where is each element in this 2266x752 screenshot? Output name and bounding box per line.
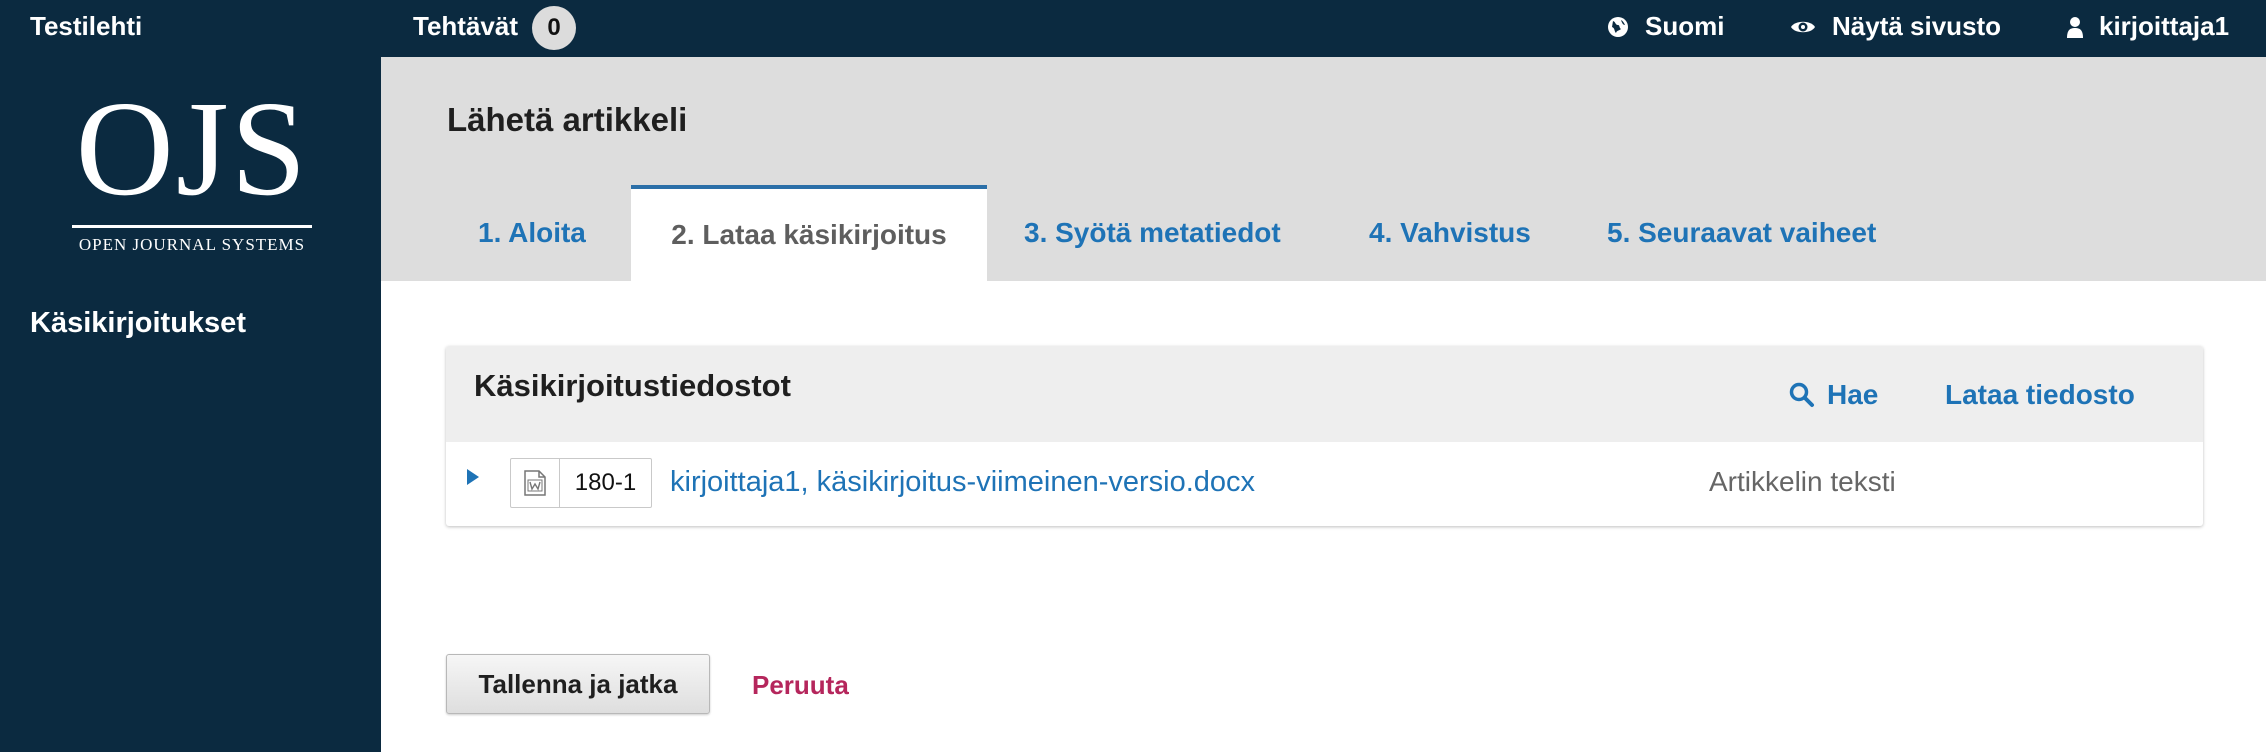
file-type-label: Artikkelin teksti — [1709, 466, 1896, 497]
tasks-link[interactable]: Tehtävät — [413, 11, 518, 42]
save-and-continue-button[interactable]: Tallenna ja jatka — [446, 654, 710, 714]
search-icon — [1789, 382, 1814, 407]
sidebar-item-submissions[interactable]: Käsikirjoitukset — [30, 307, 246, 340]
search-label: Hae — [1827, 379, 1879, 410]
tab-next-steps[interactable]: 5. Seuraavat vaiheet — [1607, 185, 1876, 281]
file-id-box: 180-1 — [510, 458, 652, 508]
language-label: Suomi — [1645, 11, 1725, 41]
expand-row-icon[interactable] — [466, 468, 480, 491]
tasks-count-badge[interactable]: 0 — [532, 6, 576, 50]
language-menu[interactable]: Suomi — [1607, 11, 1724, 42]
username-label: kirjoittaja1 — [2099, 11, 2230, 41]
top-bar: Testilehti Tehtävät 0 Suomi Näytä sivust… — [0, 0, 2266, 57]
logo-subtext: OPEN JOURNAL SYSTEMS — [78, 235, 306, 254]
tab-start[interactable]: 1. Aloita — [478, 185, 586, 281]
table-row: 180-1 kirjoittaja1, käsikirjoitus-viimei… — [446, 442, 2203, 526]
tab-confirmation[interactable]: 4. Vahvistus — [1369, 185, 1531, 281]
page-title: Lähetä artikkeli — [447, 101, 688, 138]
globe-icon — [1608, 16, 1628, 37]
ojs-logo[interactable]: OJS OPEN JOURNAL SYSTEMS — [72, 81, 312, 261]
search-files-link[interactable]: Hae — [1789, 379, 1878, 411]
panel-title: Käsikirjoitustiedostot — [474, 368, 791, 403]
submission-files-panel: Käsikirjoitustiedostot Hae Lataa tiedost… — [446, 346, 2203, 526]
view-site-link[interactable]: Näytä sivusto — [1790, 11, 2001, 42]
word-document-icon — [511, 459, 560, 507]
sidebar: OJS OPEN JOURNAL SYSTEMS Käsikirjoitukse… — [0, 57, 381, 752]
upload-file-link[interactable]: Lataa tiedosto — [1945, 379, 2135, 411]
user-icon — [2067, 16, 2083, 38]
user-menu[interactable]: kirjoittaja1 — [2067, 11, 2229, 42]
site-name-link[interactable]: Testilehti — [30, 11, 142, 42]
view-site-label: Näytä sivusto — [1832, 11, 2002, 41]
eye-icon — [1791, 21, 1815, 32]
tab-upload-submission[interactable]: 2. Lataa käsikirjoitus — [631, 185, 987, 281]
logo-rule — [72, 225, 312, 228]
logo-text: OJS — [75, 74, 309, 224]
file-name-link[interactable]: kirjoittaja1, käsikirjoitus-viimeinen-ve… — [670, 466, 1255, 499]
page-header: Lähetä artikkeli 1. Aloita 2. Lataa käsi… — [381, 57, 2266, 281]
panel-header: Käsikirjoitustiedostot Hae Lataa tiedost… — [446, 346, 2203, 442]
file-id: 180-1 — [574, 469, 637, 496]
tab-enter-metadata[interactable]: 3. Syötä metatiedot — [1024, 185, 1281, 281]
cancel-link[interactable]: Peruuta — [752, 670, 849, 701]
